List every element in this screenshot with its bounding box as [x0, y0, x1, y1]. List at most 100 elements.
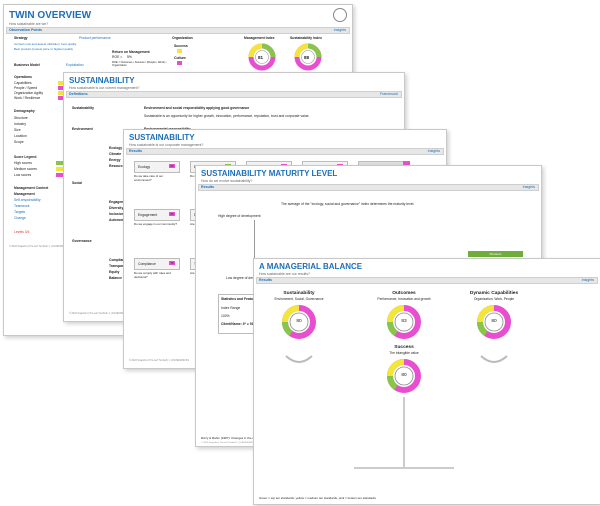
env-item-1: Ecology	[109, 146, 123, 150]
dynamic-capabilities-score: 80	[491, 319, 497, 324]
operations-label: Operations	[14, 75, 32, 79]
question-ecology: Do we take care of our environment?	[134, 174, 164, 182]
stats-row-3: Client/Name: 3* = 91	[221, 322, 254, 326]
citation-note: Rizzy & Rahm (1987): Changes in the w...	[201, 436, 257, 440]
insights-link[interactable]: Insights	[428, 149, 440, 154]
balance-base	[354, 467, 454, 469]
sustainability-index-label: Sustainability Index	[290, 36, 322, 40]
node-title-sustainability: Sustainability	[283, 291, 315, 296]
roe-percent: 5%	[127, 55, 132, 59]
insights-link[interactable]: Insights	[582, 278, 594, 283]
legend-medium-swatch	[56, 167, 63, 171]
roe-label: ROE =	[112, 55, 123, 59]
page-question: How sustainable is our corporate managem…	[129, 143, 204, 147]
env-item-2: Climate	[109, 152, 122, 156]
sustainability-index-score: 88	[304, 55, 310, 60]
operations-item-3: Organization Agility	[14, 91, 44, 95]
demography-item-5: Scope	[14, 140, 24, 144]
legend-low-swatch	[56, 173, 63, 177]
row-label-social: Social	[72, 181, 82, 185]
section-bar: Definitions Framework	[66, 91, 402, 98]
outcomes-score: 83	[401, 319, 407, 324]
section-title: Definitions	[69, 92, 88, 96]
card-label: Ecology	[138, 165, 151, 169]
row-label-sustainability: Sustainability	[72, 106, 95, 110]
management-index-score: 81	[258, 55, 264, 60]
framework-link[interactable]: Framework	[380, 92, 398, 97]
logo-icon	[333, 8, 347, 22]
mc-item-4[interactable]: Targets	[14, 210, 25, 214]
page-question: How do we evolve sustainability?	[201, 179, 253, 183]
section-title: Observation Points	[9, 28, 42, 32]
operations-item-4: Work / Resilience	[14, 96, 41, 100]
sustainability-score: 80	[296, 319, 302, 324]
node-title-dynamic-capabilities: Dynamic Capabilities	[469, 291, 519, 296]
soc-item-3: Inclusion	[109, 212, 124, 216]
node-title-success: Success	[394, 345, 414, 350]
success-score-box	[177, 49, 182, 53]
roe-formula: ROE = Outcomes • Success / (People • Wor…	[112, 61, 167, 67]
sheet-footer: © 2023 Snapshot | Pro-Leif Turnbull | 1 …	[129, 359, 190, 362]
page-title: TWIN OVERVIEW	[9, 10, 92, 21]
question-compliance: Do we comply with rules and decisions?	[134, 271, 171, 279]
card-label: Compliance	[138, 262, 156, 266]
balance-connector-right	[480, 355, 508, 363]
section-bar: Results Insights	[198, 184, 539, 191]
managerial-balance-sheet: A MANAGERIAL BALANCE How sustainable are…	[253, 258, 600, 505]
return-on-management: Return on Management	[112, 50, 150, 54]
page-question: How sustainable are we?	[9, 22, 49, 26]
node-sub-dynamic-capabilities: Organization, Work, People	[473, 297, 515, 301]
mc-item-5[interactable]: Change	[14, 216, 26, 220]
step-pioneers: Pioneers	[468, 251, 523, 257]
node-sub-success: The intangible value	[389, 351, 419, 355]
legend-high: High scores	[14, 161, 32, 165]
culture-label: Culture	[174, 56, 186, 60]
mc-item-3[interactable]: Teamwork	[14, 204, 29, 208]
demography-label: Demography	[14, 109, 35, 113]
section-bar: Observation Points Insights	[6, 27, 350, 34]
stats-row-2: 100%	[221, 314, 230, 318]
demography-item-3: Size	[14, 128, 21, 132]
success-label: Success	[174, 44, 188, 48]
culture-score-box	[177, 61, 182, 65]
demography-item-1: Structure	[14, 116, 28, 120]
high-development-label: High degree of development	[218, 214, 261, 218]
page-question: How sustainable are our results?	[259, 272, 310, 276]
page-title: SUSTAINABILITY	[129, 133, 195, 142]
soc-item-2: Diversity	[109, 206, 124, 210]
card-label: Engagement	[138, 213, 158, 217]
insights-link[interactable]: Insights	[523, 185, 535, 190]
strategy-value[interactable]: Product performance	[79, 36, 111, 40]
balance-footer-legend: Green = top ten standards, yellow = medi…	[259, 496, 376, 500]
page-title: SUSTAINABILITY	[69, 76, 135, 85]
demography-item-2: Industry	[14, 122, 27, 126]
section-title: Results	[129, 149, 142, 153]
page-title: SUSTAINABILITY MATURITY LEVEL	[201, 169, 338, 178]
insights-link[interactable]: Insights	[334, 28, 346, 33]
mc-item-2[interactable]: Self-responsibility	[14, 198, 41, 202]
operations-item-2: People / Speed	[14, 86, 38, 90]
legend-low: Low scores	[14, 173, 32, 177]
section-bar: Results Insights	[126, 148, 444, 155]
success-score: 80	[401, 373, 407, 378]
strategy-line-2: Best product (Lowest price or highest qu…	[14, 47, 74, 51]
score-compliance: 76	[169, 261, 175, 265]
balance-connector-left	[285, 355, 313, 363]
page-question: How sustainable is our current managemen…	[69, 86, 140, 90]
gov-item-3: Equity	[109, 270, 120, 274]
organization-label: Organization	[172, 36, 193, 40]
management-index-label: Management Index	[244, 36, 275, 40]
strategy-line-1: connect cost and assets utilization, bes…	[14, 42, 77, 46]
management-context-label: Management Context	[14, 186, 49, 190]
node-sub-sustainability: Environment, Social, Governance	[274, 297, 324, 301]
legend-medium: Medium scores	[14, 167, 37, 171]
maturity-description: The average of the "ecology, social and …	[281, 202, 415, 206]
gov-item-4: Balance	[109, 276, 123, 280]
operations-item-1: Capabilities	[14, 81, 32, 85]
business-model-value[interactable]: Exploitation	[66, 63, 84, 67]
business-model-label: Business Model	[14, 63, 40, 67]
strategy-label: Strategy	[14, 36, 28, 40]
score-legend-title: Score Legend	[14, 155, 37, 159]
row-head-sustainability: Environment and social responsibility ap…	[144, 106, 250, 110]
node-sub-outcomes: Performance, Innovation and growth	[377, 297, 431, 301]
